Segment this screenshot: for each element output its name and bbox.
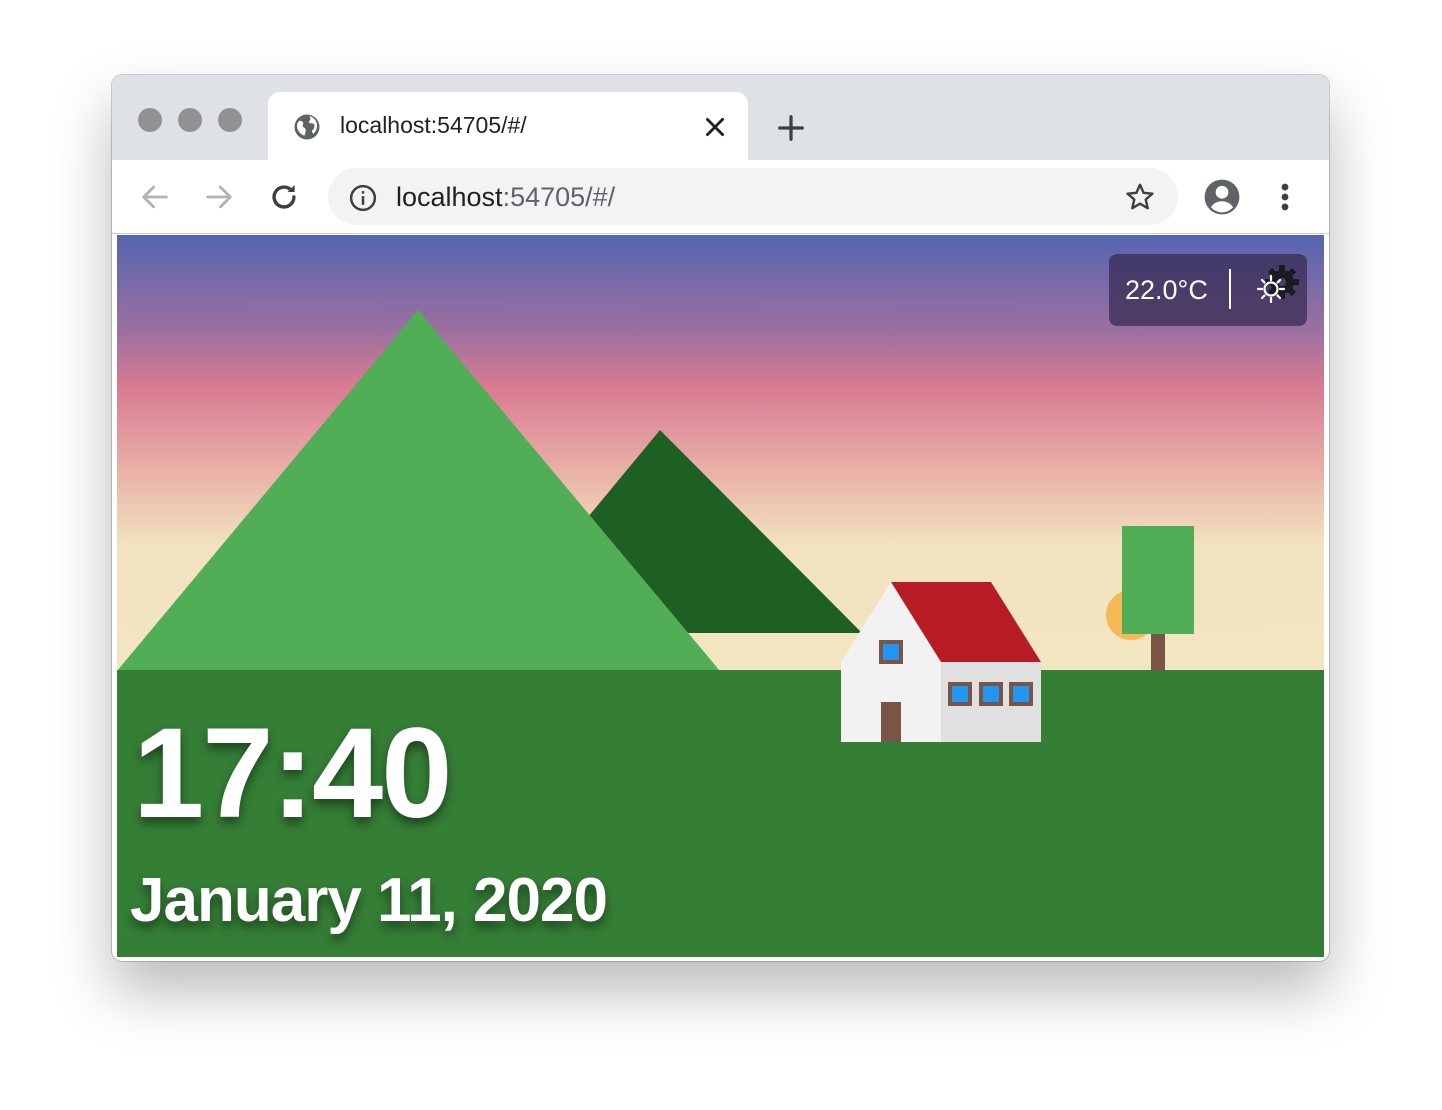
minimize-window-button[interactable]: [178, 108, 202, 132]
account-icon[interactable]: [1203, 178, 1241, 216]
more-vert-icon[interactable]: [1272, 180, 1298, 214]
url-host: localhost: [396, 182, 503, 212]
house: [841, 582, 1041, 742]
tree-trunk: [1151, 631, 1165, 671]
page-viewport: 22.0°C 17:40 January 11, 2020: [117, 235, 1324, 957]
clock-date: January 11, 2020: [130, 866, 608, 935]
browser-toolbar: localhost:54705/#/: [112, 160, 1329, 234]
arrow-left-icon[interactable]: [138, 180, 172, 214]
url-text: localhost:54705/#/: [396, 182, 615, 213]
tree-crown: [1122, 526, 1194, 634]
zoom-window-button[interactable]: [218, 108, 242, 132]
url-path: :54705/#/: [502, 182, 616, 212]
plus-icon[interactable]: [776, 113, 806, 143]
title-bar: localhost:54705/#/: [112, 75, 1329, 160]
temperature: 22.0°C: [1125, 275, 1208, 305]
sun-gear-icon[interactable]: [1249, 262, 1301, 314]
arrow-right-icon[interactable]: [202, 180, 236, 214]
tab-title: localhost:54705/#/: [340, 112, 527, 138]
close-icon[interactable]: [702, 114, 728, 140]
clock-time: 17:40: [133, 702, 452, 845]
browser-tab[interactable]: localhost:54705/#/: [268, 92, 748, 160]
info-icon[interactable]: [348, 183, 378, 213]
reload-icon[interactable]: [267, 180, 301, 214]
browser-window: localhost:54705/#/ localhost:54705/#/ 22…: [112, 75, 1329, 961]
address-bar[interactable]: localhost:54705/#/: [328, 168, 1178, 225]
weather-divider: [1229, 269, 1231, 309]
star-icon[interactable]: [1124, 181, 1156, 213]
globe-icon: [294, 114, 320, 140]
landscape-scene: [117, 310, 1324, 957]
close-window-button[interactable]: [138, 108, 162, 132]
weather-widget[interactable]: 22.0°C: [1109, 254, 1307, 326]
